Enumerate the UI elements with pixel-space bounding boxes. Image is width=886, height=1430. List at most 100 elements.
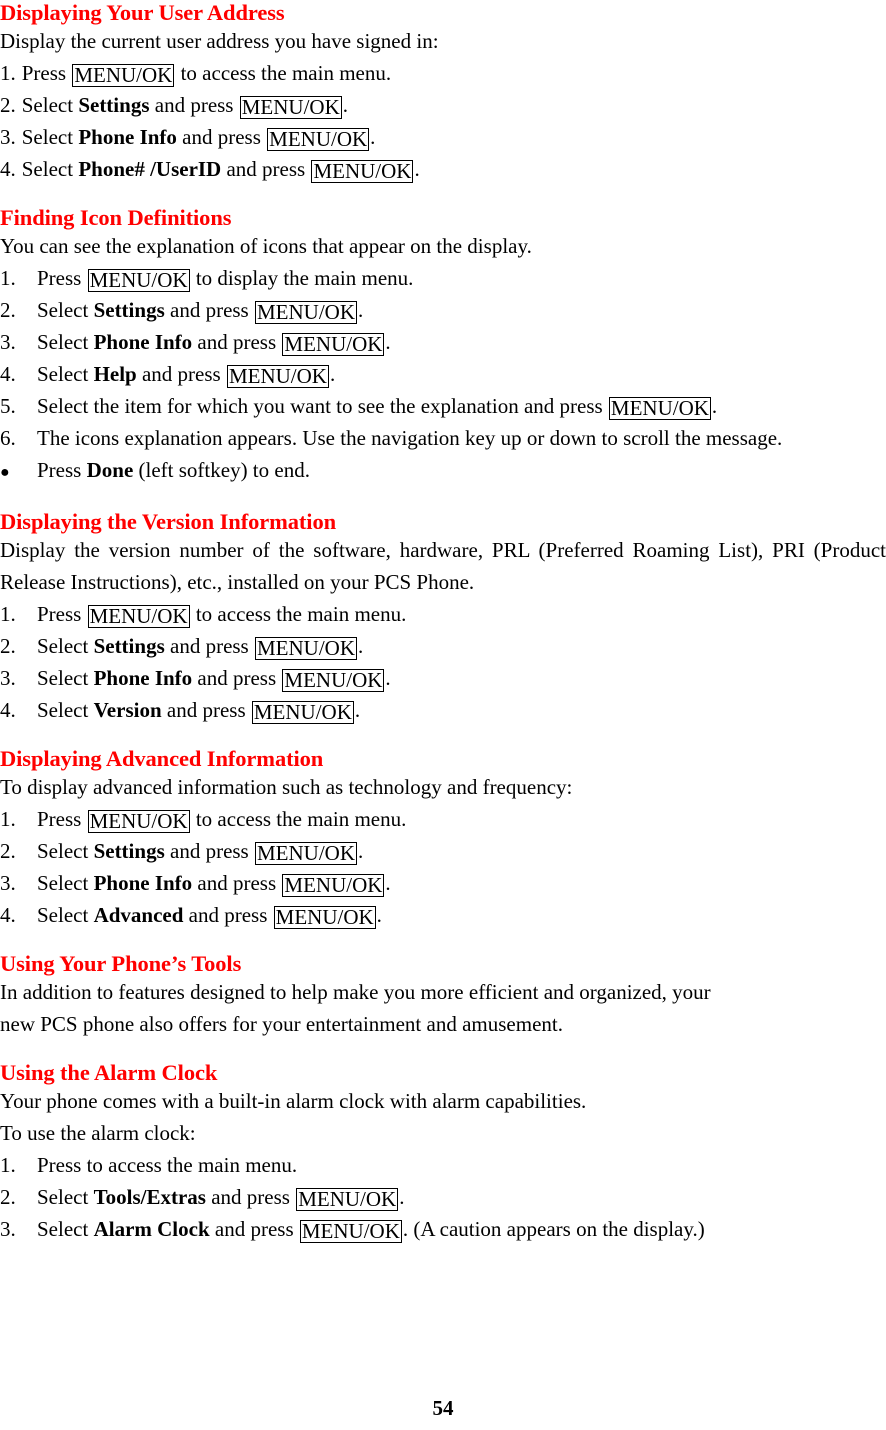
step-marker: 4. [0,362,16,386]
step-text-pre: Select [21,157,79,181]
step-text-mid: and press [161,698,251,722]
key-menu-ok[interactable]: MENU/OK [251,701,354,724]
key-menu-ok[interactable]: MENU/OK [254,301,357,324]
step-text-post: . [370,125,376,149]
key-menu-ok[interactable]: MENU/OK [87,810,190,833]
step-text-pre: Select [37,1217,94,1241]
step-body: Select Phone Info and press MENU/OK. [37,867,391,899]
bullet-text-mid: (left softkey) to end. [133,458,310,482]
step-marker: 2. [0,298,16,322]
step-body: Select Alarm Clock and press MENU/OK. (A… [37,1213,705,1245]
step-text-post: . [711,394,718,418]
step-body: Press MENU/OK to display the main menu. [37,262,413,294]
step-item: 1. Press MENU/OK to display the main men… [0,262,886,294]
step-item: 2. Select Settings and press MENU/OK. [0,294,886,326]
step-item: 2. Select Settings and press MENU/OK. [0,835,886,867]
step-body: Select Settings and press MENU/OK. [37,630,363,662]
bullet-icon: ● [0,464,10,481]
key-menu-ok[interactable]: MENU/OK [299,1220,402,1243]
menu-item-name: Phone Info [78,125,177,149]
step-item: 5. Select the item for which you want to… [0,390,886,422]
key-menu-ok[interactable]: MENU/OK [608,397,711,420]
page-number: 54 [432,1396,454,1420]
step-body: Select Tools/Extras and press MENU/OK. [37,1181,404,1213]
step-body: Select the item for which you want to se… [37,390,717,422]
key-menu-ok[interactable]: MENU/OK [282,669,385,692]
step-text-post: . [357,298,364,322]
step-body: Select Phone Info and press MENU/OK. [37,326,391,358]
step-item: 6. The icons explanation appears. Use th… [0,422,886,454]
step-text-mid: and press [183,903,273,927]
menu-item-name: Phone Info [93,330,193,354]
step-body: The icons explanation appears. Use the n… [37,426,783,450]
menu-item-name: Settings [93,839,165,863]
step-body: Press to access the main menu. [37,1153,298,1177]
key-menu-ok[interactable]: MENU/OK [296,1188,399,1211]
softkey-name: Done [86,458,134,482]
key-menu-ok[interactable]: MENU/OK [273,906,376,929]
menu-item-name: Help [93,362,137,386]
menu-item-name: Settings [93,634,165,658]
menu-item-name: Alarm Clock [93,1217,210,1241]
step-marker: 4. [0,903,16,927]
step-marker: 3. [0,666,16,690]
step-item: 1. Press MENU/OK to access the main menu… [0,803,886,835]
menu-item-name: Phone# /UserID [78,157,222,181]
step-item: 4. Select Advanced and press MENU/OK. [0,899,886,931]
key-menu-ok[interactable]: MENU/OK [226,365,329,388]
step-marker: 1. [0,61,16,85]
step-text-pre: Select [37,362,94,386]
step-item: 3. Select Phone Info and press MENU/OK. [0,867,886,899]
step-marker: 4. [0,157,16,181]
step-text-post: to access the main menu. [175,61,392,85]
step-text-mid: and press [149,93,239,117]
step-marker: 3. [0,125,16,149]
key-menu-ok[interactable]: MENU/OK [282,874,385,897]
step-text-pre: Select [37,666,94,690]
key-menu-ok[interactable]: MENU/OK [282,333,385,356]
step-text-mid: and press [205,1185,296,1209]
key-menu-ok[interactable]: MENU/OK [239,96,342,119]
key-menu-ok[interactable]: MENU/OK [254,842,357,865]
step-text-pre: Select [21,125,79,149]
step-marker: 3. [0,871,16,895]
step-text-post: . [354,698,361,722]
step-text-post: . [357,839,364,863]
section-intro-phone-tools-line1: In addition to features designed to help… [0,980,711,1004]
key-menu-ok[interactable]: MENU/OK [87,269,190,292]
step-body: Select Settings and press MENU/OK. [37,294,363,326]
step-text-pre: Select [37,839,94,863]
menu-item-name: Phone Info [93,871,193,895]
step-text-post: . [385,871,391,895]
step-text-pre: Select [37,1185,94,1209]
key-menu-ok[interactable]: MENU/OK [254,637,357,660]
page-content: Displaying Your User Address Display the… [0,0,886,1245]
step-text-mid: and press [164,298,254,322]
step-item: 3. Select Phone Info and press MENU/OK. [0,326,886,358]
step-item: 3. Select Alarm Clock and press MENU/OK.… [0,1213,886,1245]
key-menu-ok[interactable]: MENU/OK [311,160,414,183]
step-body: Select Phone Info and press MENU/OK. [21,121,376,153]
key-menu-ok[interactable]: MENU/OK [72,64,175,87]
step-text-post: to access the main menu. [190,807,407,831]
step-text-post: to display the main menu. [190,266,414,290]
step-text-mid: and press [136,362,226,386]
step-marker: 2. [0,634,16,658]
step-text-mid: and press [192,666,282,690]
key-menu-ok[interactable]: MENU/OK [267,128,370,151]
step-body: Press MENU/OK to access the main menu. [22,57,391,89]
document-page: Displaying Your User Address Display the… [0,0,886,1430]
section-heading-phone-tools: Using Your Phone’s Tools [0,951,242,976]
step-body: Select Phone Info and press MENU/OK. [37,662,391,694]
step-body: Select Settings and press MENU/OK. [22,89,348,121]
step-item: 2. Select Tools/Extras and press MENU/OK… [0,1181,886,1213]
key-menu-ok[interactable]: MENU/OK [87,605,190,628]
step-item: 2. Select Settings and press MENU/OK. [0,89,886,121]
step-text-mid: and press [164,839,254,863]
step-item: 3. Select Phone Info and press MENU/OK. [0,121,886,153]
step-text-mid: and press [176,125,267,149]
step-text-post: . (A caution appears on the display.) [402,1217,705,1241]
